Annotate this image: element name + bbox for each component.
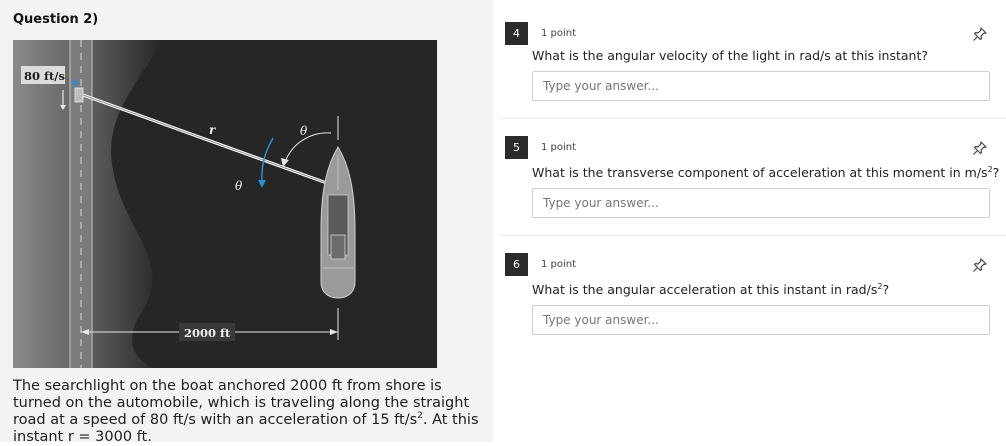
points-label: 1 point (541, 259, 577, 270)
pin-icon[interactable] (972, 257, 988, 273)
question-text-after: ? (882, 282, 890, 297)
points-label: 1 point (541, 142, 577, 153)
theta-label-bottom: θ (235, 179, 243, 193)
question-title: Question 2) (13, 12, 99, 27)
card-divider (499, 235, 1006, 236)
speed-label: 80 ft/s (24, 69, 65, 83)
problem-text: The searchlight on the boat anchored 200… (13, 378, 483, 446)
question-panel: Question 2) 80 ft/s r θ θ 2000 ft The se… (0, 0, 493, 445)
card-divider (499, 118, 1006, 119)
answer-input[interactable] (532, 305, 990, 335)
question-text-main: What is the transverse component of acce… (532, 165, 988, 180)
points-label: 1 point (541, 28, 577, 39)
question-text-main: What is the angular velocity of the ligh… (532, 48, 929, 63)
car (74, 87, 84, 103)
pin-icon[interactable] (972, 140, 988, 156)
answer-input[interactable] (532, 188, 990, 218)
pin-icon[interactable] (972, 26, 988, 42)
question-text: What is the transverse component of acce… (532, 165, 999, 180)
answer-card-4: 4 1 point What is the angular velocity o… (499, 22, 1006, 132)
question-number-badge: 6 (505, 253, 528, 276)
distance-label: 2000 ft (184, 326, 231, 340)
answer-card-5: 5 1 point What is the transverse compone… (499, 136, 1006, 246)
question-text: What is the angular velocity of the ligh… (532, 48, 928, 63)
problem-text-part1: The searchlight on the boat anchored 200… (13, 378, 470, 428)
question-text: What is the angular acceleration at this… (532, 282, 889, 297)
answer-card-6: 6 1 point What is the angular accelerati… (499, 253, 1006, 363)
question-number-badge: 4 (505, 22, 528, 45)
problem-figure: 80 ft/s r θ θ 2000 ft (13, 40, 437, 368)
theta-label-top: θ (300, 124, 308, 138)
question-text-after: ? (992, 165, 1000, 180)
question-text-main: What is the angular acceleration at this… (532, 282, 878, 297)
answer-input[interactable] (532, 71, 990, 101)
question-number-badge: 5 (505, 136, 528, 159)
